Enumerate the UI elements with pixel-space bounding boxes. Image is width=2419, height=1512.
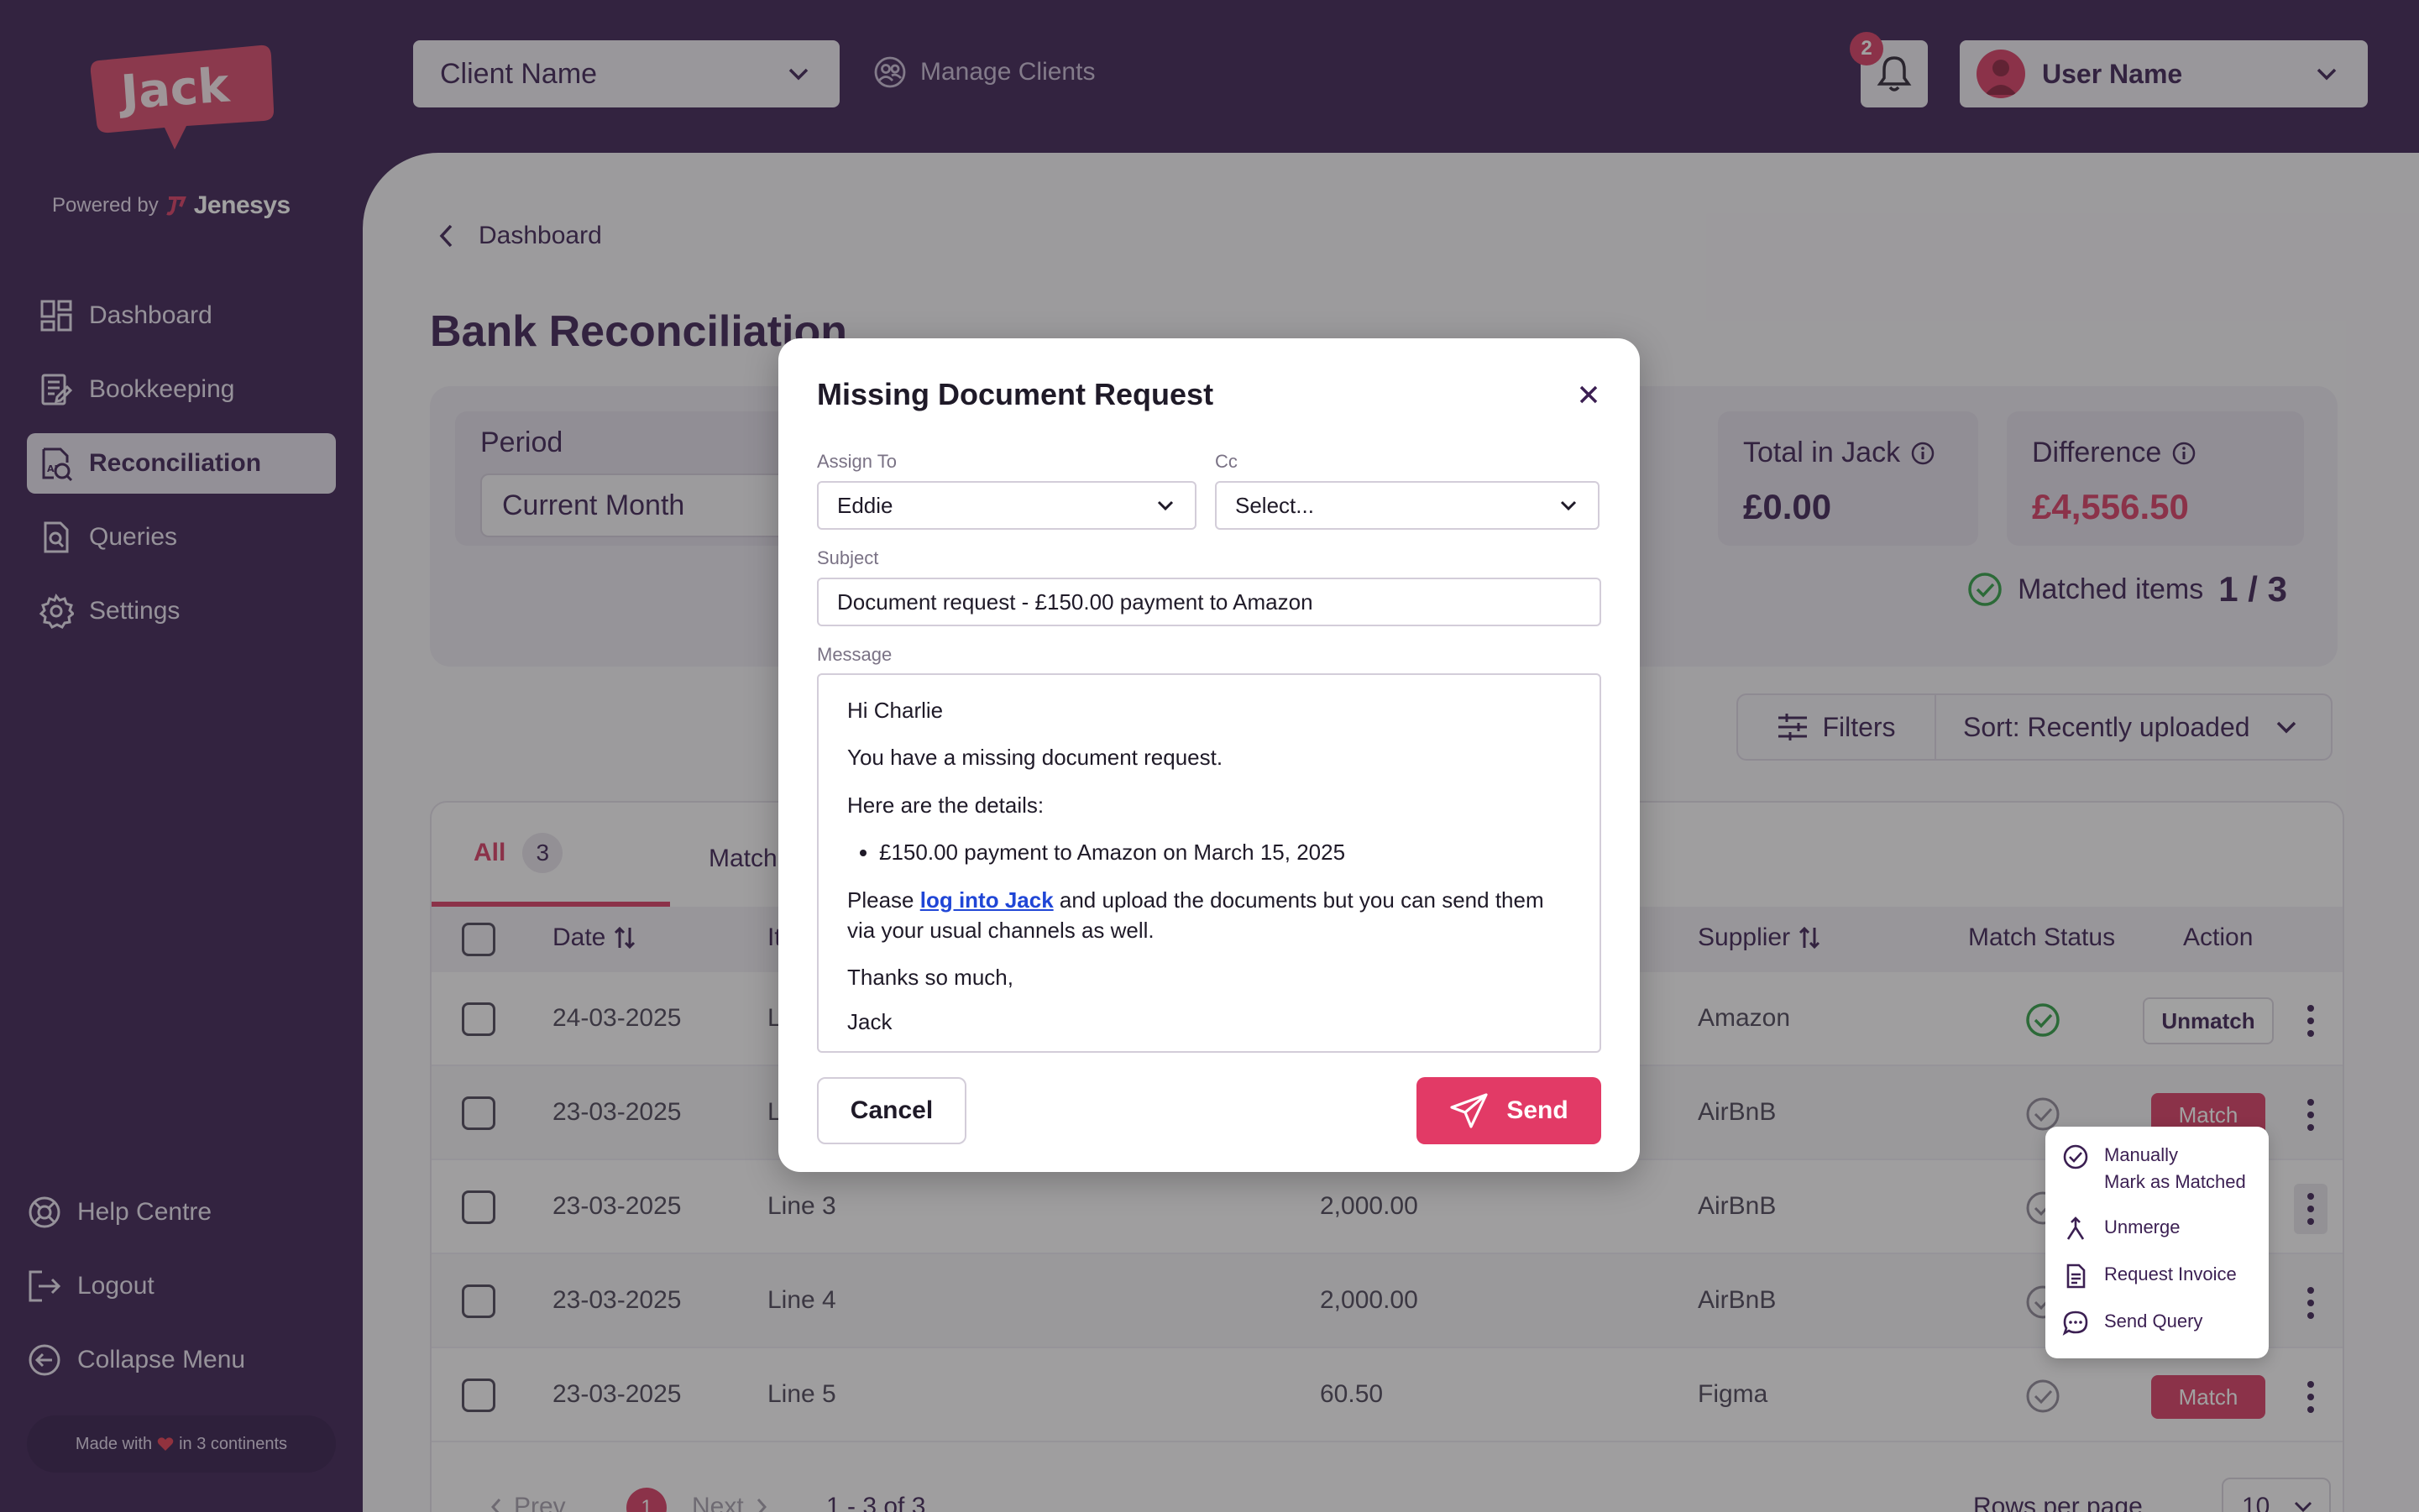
missing-document-modal: Missing Document Request Assign To Eddie…: [778, 338, 1640, 1172]
cancel-button[interactable]: Cancel: [817, 1077, 966, 1144]
unmerge-icon: [2066, 1216, 2085, 1240]
send-button[interactable]: Send: [1416, 1077, 1601, 1144]
menu-item-send-query[interactable]: Send Query: [2045, 1308, 2269, 1337]
menu-item-request-invoice[interactable]: Request Invoice: [2045, 1261, 2269, 1290]
message-signature: Jack: [847, 1008, 893, 1034]
message-line: You have a missing document request.: [847, 745, 1223, 771]
chevron-down-icon: [1157, 500, 1174, 511]
assign-to-select[interactable]: Eddie: [817, 481, 1196, 530]
assign-to-label: Assign To: [817, 451, 897, 472]
send-icon: [1450, 1093, 1488, 1128]
subject-input[interactable]: Document request - £150.00 payment to Am…: [817, 578, 1601, 626]
cc-label: Cc: [1215, 451, 1238, 472]
message-detail-item: £150.00 payment to Amazon on March 15, 2…: [879, 837, 1571, 867]
chat-icon: [2062, 1311, 2088, 1336]
log-into-jack-link[interactable]: log into Jack: [920, 887, 1054, 913]
row-context-menu: Manually Mark as Matched Unmerge Request …: [2045, 1127, 2269, 1358]
message-line: Here are the details:: [847, 792, 1045, 818]
message-label: Message: [817, 644, 893, 665]
message-instructions: Please log into Jack and upload the docu…: [847, 887, 1544, 943]
menu-item-mark-matched[interactable]: Manually Mark as Matched: [2045, 1142, 2269, 1195]
message-greeting: Hi Charlie: [847, 698, 944, 723]
invoice-icon: [2066, 1263, 2086, 1289]
modal-title: Missing Document Request: [817, 377, 1214, 411]
subject-label: Subject: [817, 547, 879, 568]
close-icon[interactable]: [1574, 380, 1603, 409]
cc-select[interactable]: Select...: [1215, 481, 1600, 530]
menu-item-unmerge[interactable]: Unmerge: [2045, 1214, 2269, 1243]
check-circle-icon: [2063, 1144, 2088, 1169]
message-line: Thanks so much,: [847, 965, 1013, 991]
chevron-down-icon: [1560, 500, 1577, 511]
message-editor[interactable]: Hi Charlie You have a missing document r…: [817, 673, 1601, 1053]
message-detail-list: £150.00 payment to Amazon on March 15, 2…: [879, 837, 1571, 867]
